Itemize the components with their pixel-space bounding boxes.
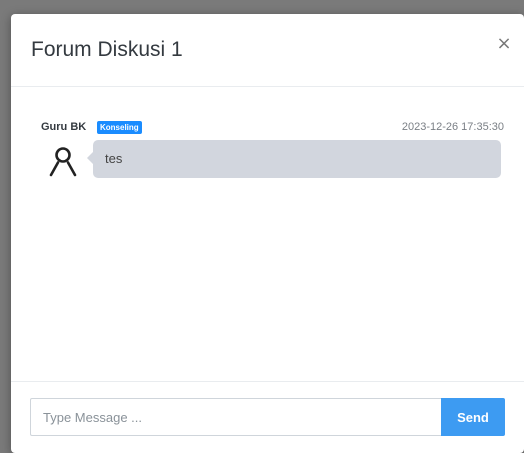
user-icon bbox=[49, 147, 77, 177]
message-input-group: Send bbox=[30, 398, 505, 436]
message-sender: Guru BK bbox=[41, 121, 87, 133]
role-badge: Konseling bbox=[97, 121, 142, 134]
modal-header: Forum Diskusi 1 × bbox=[11, 14, 524, 87]
send-button[interactable]: Send bbox=[441, 398, 505, 436]
message-timestamp: 2023-12-26 17:35:30 bbox=[401, 121, 504, 133]
modal-footer: Send bbox=[11, 381, 524, 453]
message-input[interactable] bbox=[30, 398, 441, 436]
message-text: tes bbox=[105, 151, 123, 166]
message-meta: Guru BK Konseling 2023-12-26 17:35:30 bbox=[41, 120, 504, 136]
chat-messages: Guru BK Konseling 2023-12-26 17:35:30 bbox=[11, 87, 524, 381]
modal-title: Forum Diskusi 1 bbox=[31, 38, 183, 61]
message-bubble: tes bbox=[87, 140, 501, 178]
close-button[interactable]: × bbox=[494, 34, 514, 54]
chat-modal: Forum Diskusi 1 × Guru BK Konseling 2023… bbox=[11, 14, 524, 453]
